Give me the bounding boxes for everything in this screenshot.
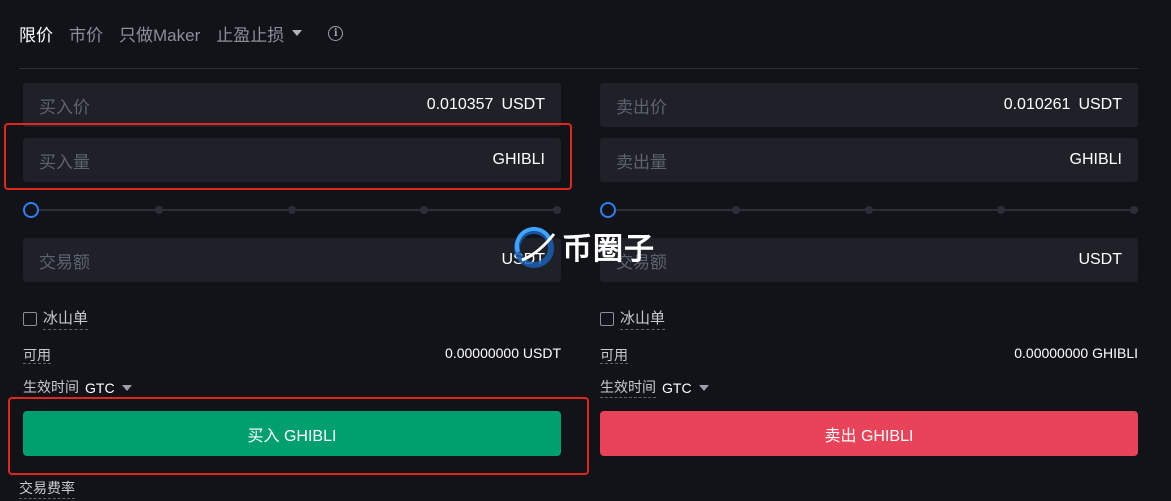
sell-amount-input[interactable]: 卖出量 GHIBLI bbox=[600, 138, 1138, 182]
buy-amount-slider[interactable] bbox=[23, 202, 561, 218]
sell-price-value: 0.010261 bbox=[1003, 96, 1071, 113]
sell-total-label: 交易额 bbox=[616, 252, 667, 272]
sell-amount-slider[interactable] bbox=[600, 202, 1138, 218]
sell-column: 卖出价 0.010261 USDT 卖出量 GHIBLI 交易额 USDT 冰山… bbox=[600, 0, 1138, 501]
buy-available: 可用 0.00000000 USDT bbox=[23, 345, 561, 366]
slider-handle[interactable] bbox=[23, 202, 39, 218]
sell-time-in-force[interactable]: 生效时间 GTC bbox=[600, 377, 709, 398]
tif-value: GTC bbox=[662, 379, 692, 396]
buy-price-unit: USDT bbox=[501, 96, 545, 113]
slider-step-75[interactable] bbox=[997, 206, 1005, 214]
available-label: 可用 bbox=[600, 347, 628, 364]
slider-step-50[interactable] bbox=[288, 206, 296, 214]
slider-step-75[interactable] bbox=[420, 206, 428, 214]
slider-step-25[interactable] bbox=[732, 206, 740, 214]
buy-price-value: 0.010357 bbox=[426, 96, 494, 113]
buy-time-in-force[interactable]: 生效时间 GTC bbox=[23, 377, 132, 398]
buy-price-input[interactable]: 买入价 0.010357 USDT bbox=[23, 83, 561, 127]
order-panel: 限价 市价 只做Maker 止盈止损 i 买入价 0.010357 USDT 买… bbox=[0, 0, 1171, 501]
watermark: 币圈子 bbox=[510, 222, 655, 270]
chevron-down-icon bbox=[698, 384, 709, 391]
available-value: 0.00000000 USDT bbox=[445, 345, 561, 361]
slider-step-100[interactable] bbox=[1130, 206, 1138, 214]
sell-iceberg-toggle[interactable]: 冰山单 bbox=[600, 307, 666, 330]
fee-rate-link[interactable]: 交易费率 bbox=[19, 478, 75, 499]
buy-iceberg-toggle[interactable]: 冰山单 bbox=[23, 307, 89, 330]
slider-track bbox=[608, 209, 1138, 211]
slider-step-25[interactable] bbox=[155, 206, 163, 214]
iceberg-checkbox[interactable] bbox=[23, 311, 37, 326]
tif-label: 生效时间 bbox=[600, 377, 656, 398]
sell-available: 可用 0.00000000 GHIBLI bbox=[600, 345, 1138, 366]
buy-total-input[interactable]: 交易额 USDT bbox=[23, 238, 561, 282]
highlight-box-buy-button bbox=[8, 397, 589, 475]
sell-total-unit: USDT bbox=[1078, 251, 1122, 268]
iceberg-label: 冰山单 bbox=[43, 307, 89, 330]
buy-total-label: 交易额 bbox=[39, 252, 90, 272]
iceberg-checkbox[interactable] bbox=[600, 311, 614, 326]
buy-price-label: 买入价 bbox=[39, 97, 90, 117]
iceberg-label: 冰山单 bbox=[620, 307, 666, 330]
highlight-box-amount bbox=[4, 123, 572, 190]
slider-handle[interactable] bbox=[600, 202, 616, 218]
available-label: 可用 bbox=[23, 347, 51, 364]
sell-total-input[interactable]: 交易额 USDT bbox=[600, 238, 1138, 282]
sell-amount-unit: GHIBLI bbox=[1069, 151, 1122, 168]
slider-step-50[interactable] bbox=[865, 206, 873, 214]
slider-step-100[interactable] bbox=[553, 206, 561, 214]
sell-price-label: 卖出价 bbox=[616, 97, 667, 117]
sell-price-input[interactable]: 卖出价 0.010261 USDT bbox=[600, 83, 1138, 127]
tif-value: GTC bbox=[85, 379, 115, 396]
available-value: 0.00000000 GHIBLI bbox=[1014, 345, 1138, 361]
sell-price-unit: USDT bbox=[1078, 96, 1122, 113]
tif-label: 生效时间 bbox=[23, 377, 79, 398]
watermark-text: 币圈子 bbox=[562, 233, 655, 266]
slider-track bbox=[31, 209, 561, 211]
chevron-down-icon bbox=[121, 384, 132, 391]
watermark-logo-icon bbox=[514, 226, 556, 268]
sell-button[interactable]: 卖出 GHIBLI bbox=[600, 411, 1138, 456]
sell-amount-label: 卖出量 bbox=[616, 152, 667, 172]
